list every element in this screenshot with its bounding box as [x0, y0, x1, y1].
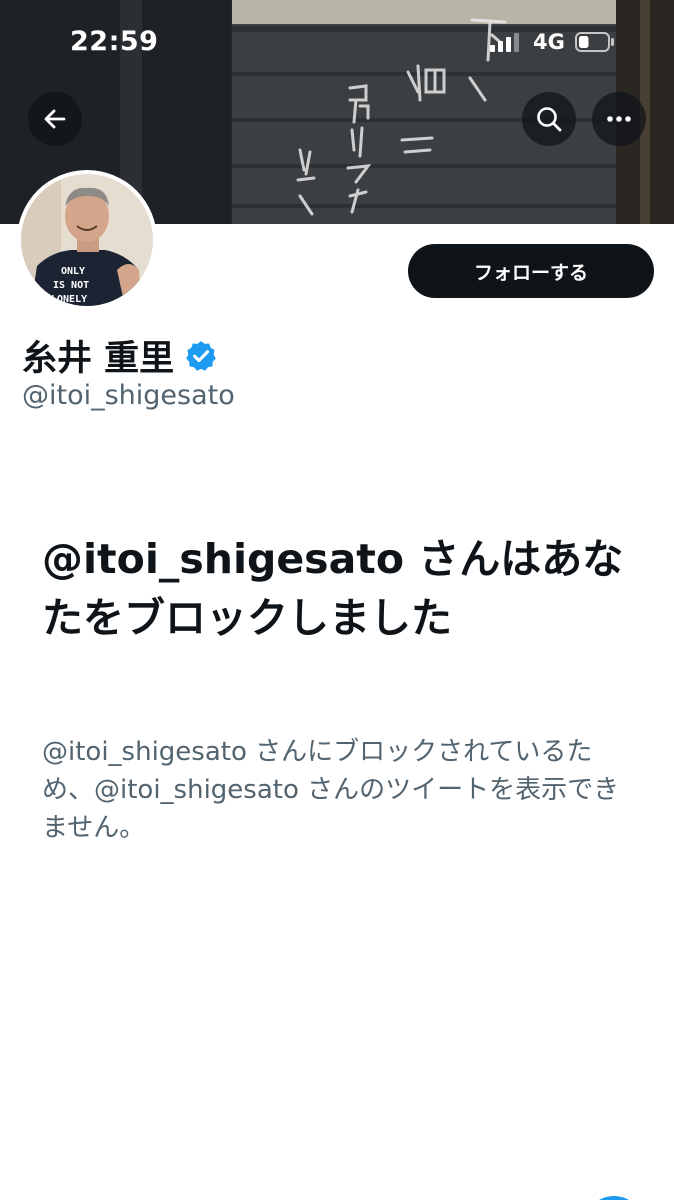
follow-button[interactable]: フォローする — [408, 244, 654, 298]
status-indicators: 4G — [490, 30, 615, 54]
battery-icon — [574, 32, 614, 52]
display-name: 糸井 重里 — [22, 339, 175, 379]
back-button[interactable] — [28, 92, 82, 146]
search-button[interactable] — [522, 92, 576, 146]
blocked-description: @itoi_shigesato さんにブロックされているため、@itoi_shi… — [42, 737, 620, 843]
profile-name-row: 糸井 重里 — [22, 330, 218, 381]
cellular-signal-icon — [490, 32, 519, 52]
avatar-shirt-text-1: ONLY — [61, 266, 85, 277]
arrow-left-icon — [44, 109, 66, 129]
status-time: 22:59 — [70, 26, 159, 57]
network-type: 4G — [533, 30, 565, 54]
profile-page: 22:59 4G ONLY IS NOT LONELY フォローする 糸井 重里… — [0, 0, 674, 1200]
profile-handle: @itoi_shigesato — [22, 380, 235, 411]
compose-button[interactable] — [584, 1196, 644, 1200]
avatar-shirt-text-2: IS NOT — [53, 280, 89, 291]
more-horizontal-icon — [607, 116, 631, 122]
more-button[interactable] — [592, 92, 646, 146]
blocked-title: @itoi_shigesato さんはあなたをブロックしました — [42, 535, 624, 642]
verified-badge-icon[interactable] — [184, 339, 218, 373]
search-icon — [537, 107, 562, 132]
avatar-image: ONLY IS NOT LONELY — [21, 174, 153, 306]
profile-avatar[interactable]: ONLY IS NOT LONELY — [17, 170, 157, 310]
avatar-shirt-text-3: LONELY — [51, 294, 87, 305]
